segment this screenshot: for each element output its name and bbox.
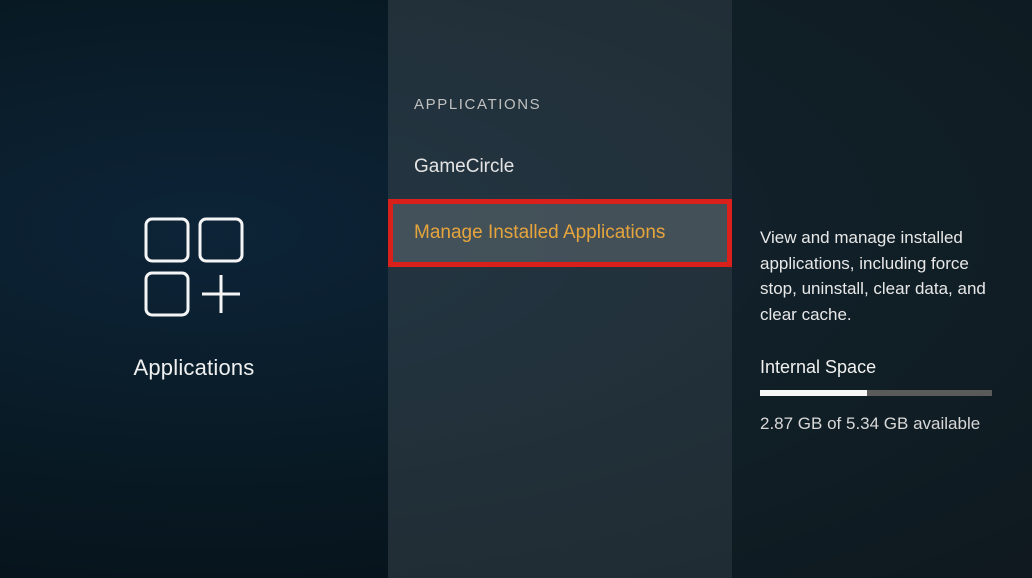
storage-available-text: 2.87 GB of 5.34 GB available <box>760 414 1004 434</box>
section-header: APPLICATIONS <box>388 96 732 141</box>
left-panel: Applications <box>0 0 388 578</box>
applications-icon <box>142 215 246 319</box>
storage-progress-fill <box>760 390 867 396</box>
item-description: View and manage installed applications, … <box>760 225 1004 327</box>
internal-space-label: Internal Space <box>760 357 1004 378</box>
storage-progress-bar <box>760 390 992 396</box>
left-section-label: Applications <box>133 355 254 381</box>
menu-item-manage-installed-applications[interactable]: Manage Installed Applications <box>388 199 732 267</box>
middle-panel: APPLICATIONS GameCircle Manage Installed… <box>388 0 732 578</box>
menu-item-gamecircle[interactable]: GameCircle <box>388 141 732 193</box>
right-panel: View and manage installed applications, … <box>732 0 1032 578</box>
